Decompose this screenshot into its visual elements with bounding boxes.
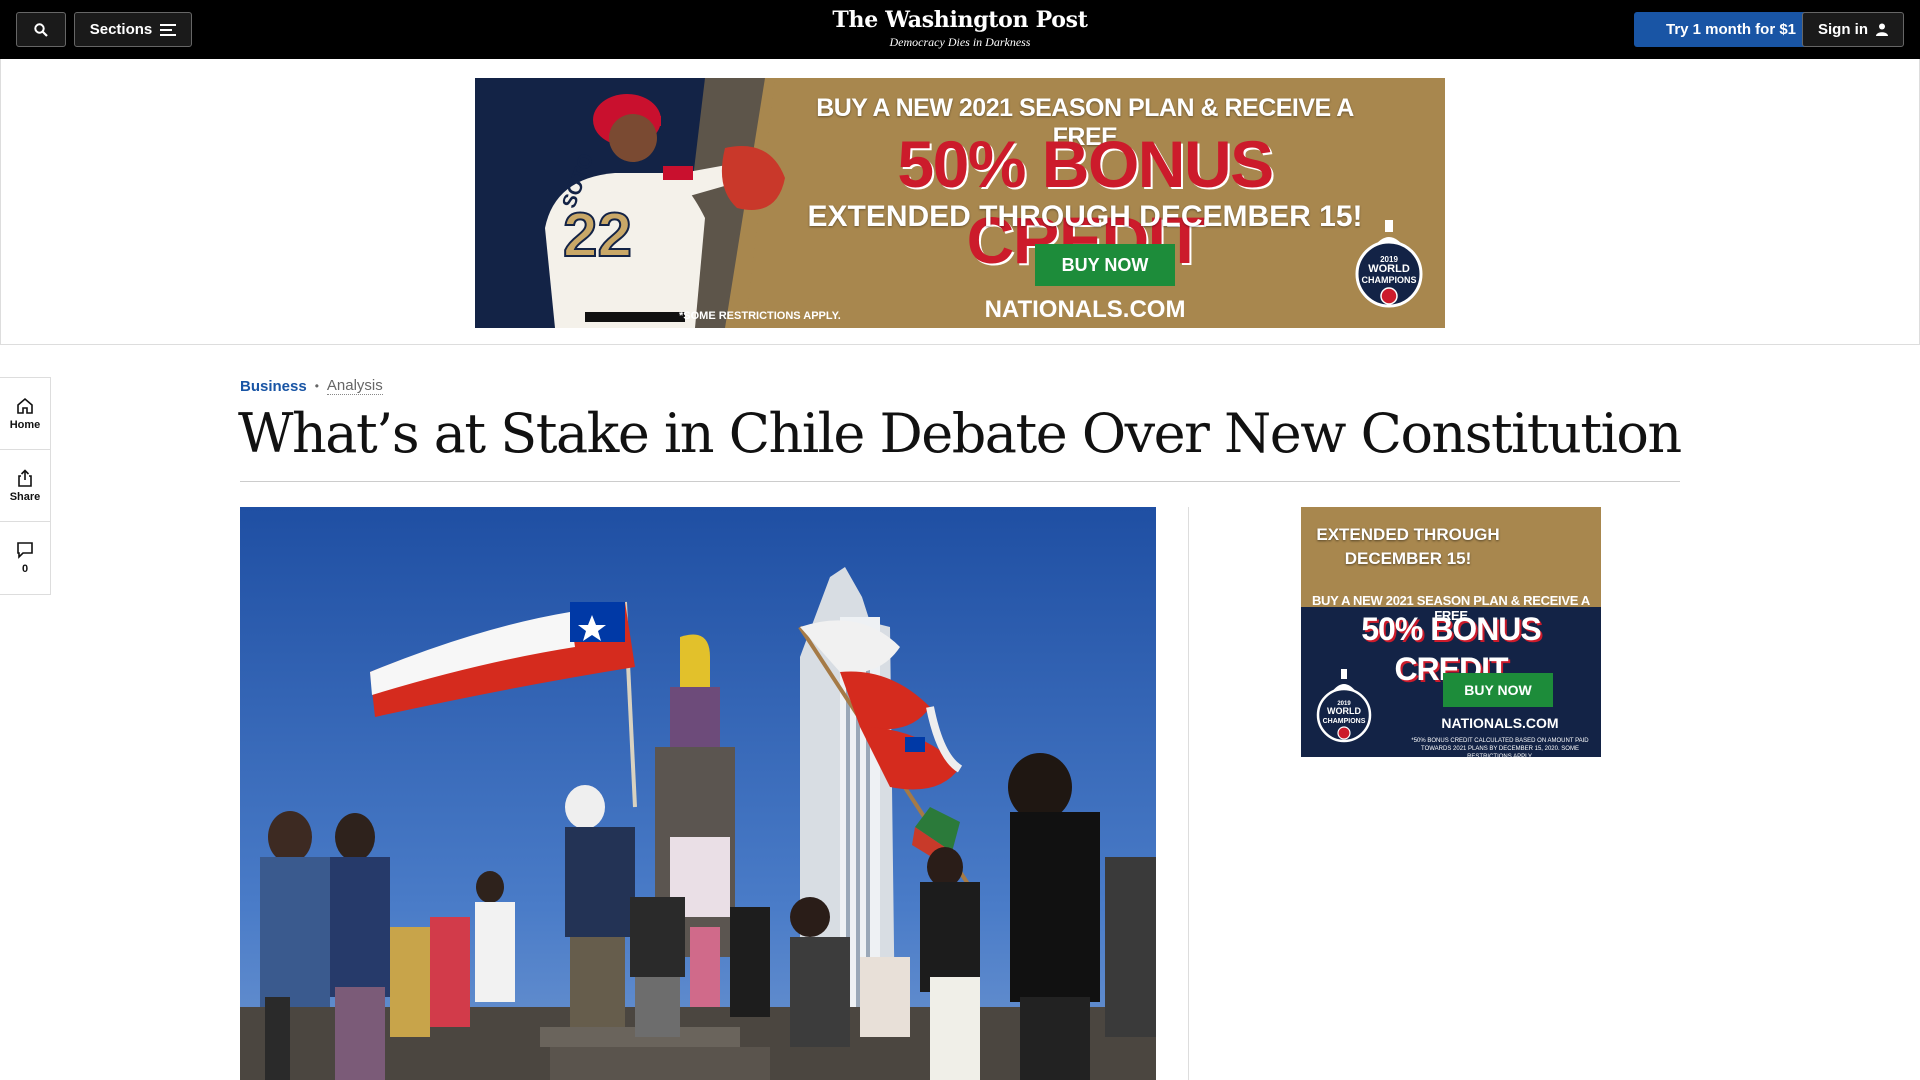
side-ad-line1: EXTENDED THROUGH DECEMBER 15! <box>1316 525 1500 568</box>
section-link[interactable]: Business <box>240 378 307 395</box>
rail-comments-button[interactable]: 0 <box>0 522 50 594</box>
masthead-name: The Washington Post <box>832 7 1088 33</box>
analysis-label[interactable]: Analysis <box>326 377 383 395</box>
article-headline: What’s at Stake in Chile Debate Over New… <box>238 402 1682 465</box>
subscribe-button[interactable]: Try 1 month for $1 <box>1634 12 1828 47</box>
ad-buy-now-button[interactable]: BUY NOW <box>1035 244 1175 286</box>
comment-icon <box>17 542 33 559</box>
side-ad-site-url: NATIONALS.COM <box>1441 715 1559 731</box>
masthead-logo[interactable]: The Washington Post Democracy Dies in Da… <box>810 6 1110 49</box>
top-navigation-bar: Sections The Washington Post Democracy D… <box>0 0 1920 59</box>
column-divider <box>1188 507 1189 1080</box>
top-banner-ad[interactable]: 22 SOTO BUY A NEW 2021 SEASON PLAN & REC… <box>475 78 1445 328</box>
world-champions-badge-icon: 2019 WORLD CHAMPIONS <box>1316 669 1372 743</box>
headline-divider <box>240 481 1680 482</box>
svg-text:22: 22 <box>563 201 632 270</box>
svg-text:WORLD: WORLD <box>1368 263 1410 275</box>
lead-photo <box>240 507 1156 1080</box>
sign-in-button[interactable]: Sign in <box>1802 12 1904 47</box>
ad-restrictions-text: *SOME RESTRICTIONS APPLY. <box>679 310 841 322</box>
side-rail-ad[interactable]: EXTENDED THROUGH DECEMBER 15! BUY A NEW … <box>1301 507 1601 757</box>
rail-comments-count: 0 <box>21 563 29 575</box>
world-champions-badge-icon: 2019 WORLD CHAMPIONS <box>1355 220 1423 308</box>
side-ad-buy-now-button[interactable]: BUY NOW <box>1443 673 1553 707</box>
hamburger-menu-icon <box>160 23 177 36</box>
home-icon <box>17 397 33 414</box>
side-ad-fine-print: *50% BONUS CREDIT CALCULATED BASED ON AM… <box>1411 738 1589 757</box>
kicker-separator: • <box>314 379 319 393</box>
ad-headline-line3: EXTENDED THROUGH DECEMBER 15! <box>807 200 1363 233</box>
sections-label: Sections <box>89 21 153 38</box>
masthead-tagline: Democracy Dies in Darkness <box>889 35 1031 49</box>
rail-home-button[interactable]: Home <box>0 378 50 450</box>
search-button[interactable] <box>16 12 66 47</box>
search-icon <box>34 22 48 37</box>
article-action-rail: Home Share 0 <box>0 377 51 595</box>
rail-home-label: Home <box>9 418 41 431</box>
share-icon <box>18 468 32 487</box>
svg-text:WORLD: WORLD <box>1327 706 1361 716</box>
svg-text:CHAMPIONS: CHAMPIONS <box>1323 718 1366 725</box>
user-icon <box>1876 23 1888 36</box>
sections-menu-button[interactable]: Sections <box>74 12 192 47</box>
rail-share-label: Share <box>9 490 41 503</box>
rail-share-button[interactable]: Share <box>0 450 50 522</box>
sign-in-label: Sign in <box>1818 21 1868 38</box>
ad-site-url: NATIONALS.COM <box>984 296 1186 323</box>
svg-text:CHAMPIONS: CHAMPIONS <box>1361 275 1416 285</box>
article-kicker: Business • Analysis <box>240 377 383 395</box>
